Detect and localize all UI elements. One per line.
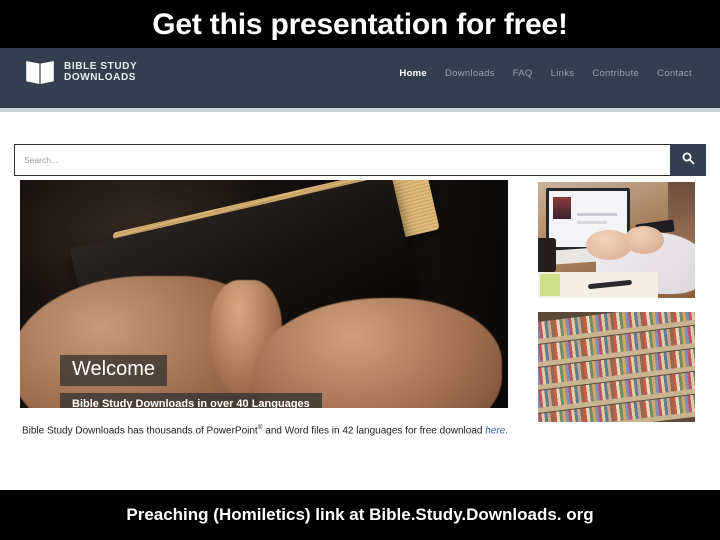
search-row: Search... bbox=[14, 144, 706, 176]
caption-text-before: Bible Study Downloads has thousands of P… bbox=[22, 425, 258, 437]
carousel-caption-title: Welcome bbox=[60, 355, 167, 386]
website-screenshot: BIBLE STUDY DOWNLOADS Home Downloads FAQ… bbox=[0, 48, 720, 490]
site-navbar: BIBLE STUDY DOWNLOADS Home Downloads FAQ… bbox=[0, 48, 720, 108]
nav-item-downloads[interactable]: Downloads bbox=[445, 68, 495, 79]
slide: Get this presentation for free! BIBLE ST… bbox=[0, 0, 720, 540]
brand-text: BIBLE STUDY DOWNLOADS bbox=[64, 61, 137, 84]
search-input[interactable]: Search... bbox=[14, 144, 670, 176]
caption-here-link[interactable]: here bbox=[485, 425, 505, 436]
nav-item-contact[interactable]: Contact bbox=[657, 68, 692, 79]
navbar-bottom-strip bbox=[0, 108, 720, 112]
hero-carousel[interactable]: Welcome Bible Study Downloads in over 40… bbox=[20, 180, 508, 408]
site-caption: Bible Study Downloads has thousands of P… bbox=[22, 424, 698, 436]
slide-footer: Preaching (Homiletics) link at Bible.Stu… bbox=[126, 505, 594, 524]
caption-text-middle: and Word files in 42 languages for free … bbox=[262, 425, 486, 437]
search-button[interactable] bbox=[670, 144, 706, 176]
site-nav-links: Home Downloads FAQ Links Contribute Cont… bbox=[399, 68, 692, 79]
nav-item-contribute[interactable]: Contribute bbox=[592, 68, 639, 79]
open-book-icon bbox=[25, 59, 55, 85]
side-image-bookshelves[interactable] bbox=[538, 312, 695, 422]
search-icon bbox=[681, 151, 695, 170]
side-image-computer[interactable] bbox=[538, 182, 695, 298]
slide-title: Get this presentation for free! bbox=[152, 8, 568, 41]
nav-item-links[interactable]: Links bbox=[551, 68, 575, 79]
brand-line-2: DOWNLOADS bbox=[64, 72, 137, 83]
brand-line-1: BIBLE STUDY bbox=[64, 60, 138, 72]
site-brand[interactable]: BIBLE STUDY DOWNLOADS bbox=[25, 59, 137, 85]
nav-item-faq[interactable]: FAQ bbox=[513, 68, 533, 79]
carousel-caption-subtitle: Bible Study Downloads in over 40 Languag… bbox=[60, 393, 322, 408]
caption-text-after: . bbox=[505, 425, 509, 437]
nav-item-home[interactable]: Home bbox=[399, 68, 427, 79]
